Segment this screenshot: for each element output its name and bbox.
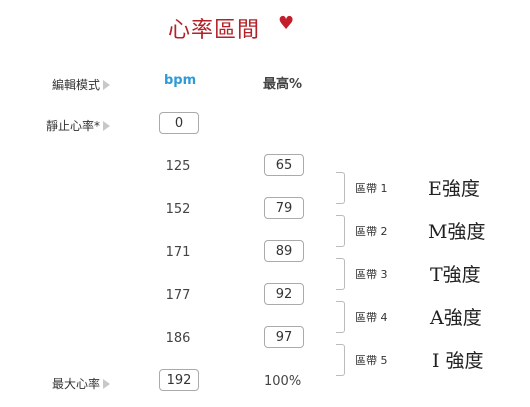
zone2-bpm: 152: [165, 202, 191, 217]
triangle-right-icon: [103, 379, 111, 389]
resting-hr-text: 靜止心率*: [46, 119, 101, 133]
zone5-bracket: [336, 344, 345, 376]
zone1-bracket: [336, 172, 345, 204]
zone4-intensity: A強度: [430, 307, 482, 329]
zone4-percent-input[interactable]: 92: [264, 283, 304, 305]
zone1-intensity: E強度: [428, 178, 480, 200]
max-hr-label[interactable]: 最大心率: [52, 375, 111, 392]
zone5-label: 區帶 5: [355, 354, 388, 367]
zone5-bpm: 186: [165, 331, 191, 346]
zone5-intensity: I 強度: [432, 350, 484, 372]
triangle-right-icon: [103, 80, 111, 90]
edit-mode-text: 編輯模式: [52, 78, 101, 92]
triangle-right-icon: [103, 121, 111, 131]
max-percent-column-header: 最高%: [263, 77, 303, 92]
zone4-bracket: [336, 301, 345, 333]
zone3-label: 區帶 3: [355, 268, 388, 281]
max-percent-value: 100%: [264, 374, 302, 389]
zone2-intensity: M強度: [428, 221, 486, 243]
zone3-bpm: 171: [165, 245, 191, 260]
max-hr-input[interactable]: 192: [159, 369, 199, 391]
zone3-intensity: T強度: [430, 264, 481, 286]
resting-hr-input[interactable]: 0: [159, 112, 199, 134]
resting-hr-label[interactable]: 靜止心率*: [46, 117, 111, 134]
bpm-column-header: bpm: [164, 73, 197, 88]
page-title: 心率區間: [168, 18, 261, 43]
zone2-percent-input[interactable]: 79: [264, 197, 304, 219]
zone3-percent-input[interactable]: 89: [264, 240, 304, 262]
zone2-bracket: [336, 215, 345, 247]
zone2-label: 區帶 2: [355, 225, 388, 238]
max-hr-text: 最大心率: [52, 377, 101, 391]
zone4-label: 區帶 4: [355, 311, 388, 324]
zone1-label: 區帶 1: [355, 182, 388, 195]
zone3-bracket: [336, 258, 345, 290]
zone1-percent-input[interactable]: 65: [264, 154, 304, 176]
zone5-percent-input[interactable]: 97: [264, 326, 304, 348]
zone1-bpm: 125: [165, 159, 191, 174]
zone4-bpm: 177: [165, 288, 191, 303]
heart-icon: ♥: [278, 13, 295, 34]
edit-mode-label[interactable]: 編輯模式: [52, 76, 111, 93]
